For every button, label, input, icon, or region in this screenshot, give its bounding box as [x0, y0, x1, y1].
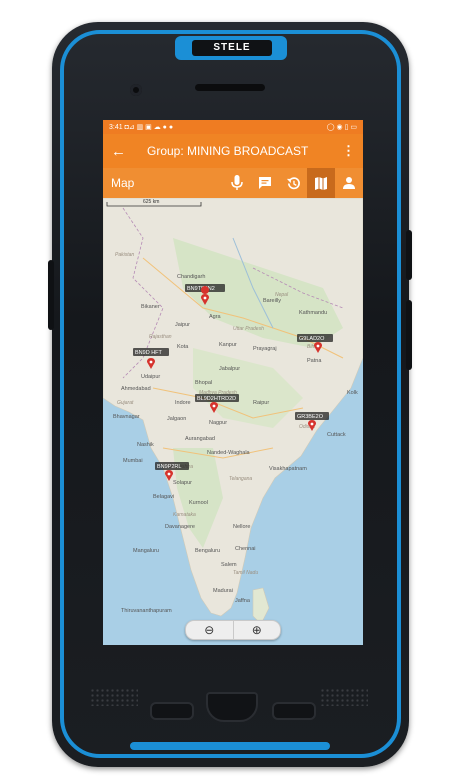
place-label: Ahmedabad	[121, 386, 151, 392]
place-label: Bikaner	[141, 304, 160, 310]
earpiece-speaker	[195, 84, 265, 91]
person-icon[interactable]	[335, 168, 363, 198]
bottom-accent	[130, 742, 330, 750]
svg-text:G9LAD2O: G9LAD2O	[299, 336, 325, 342]
app-bar: ← Group: MINING BROADCAST ⋮	[103, 134, 363, 168]
back-key[interactable]	[150, 702, 194, 720]
place-label: Thiruvananthapuram	[121, 608, 172, 614]
region-label: Pakistan	[115, 252, 134, 258]
place-label: Kathmandu	[299, 310, 327, 316]
region-label: Uttar Pradesh	[233, 326, 264, 332]
place-label: Nanded-Waghala	[207, 450, 251, 456]
menu-key[interactable]	[272, 702, 316, 720]
zoom-in-icon[interactable]: ⊕	[232, 621, 281, 639]
map-view[interactable]: 625 km Chandigarh Bikaner Jaipur Agra Ba…	[103, 198, 363, 645]
place-label: Chandigarh	[177, 274, 205, 280]
place-label: Chennai	[235, 546, 256, 552]
region-label: Rajasthan	[149, 334, 172, 340]
place-label: Jaipur	[175, 322, 190, 328]
side-button-right-top	[406, 230, 412, 280]
place-label: Kurnool	[189, 500, 208, 506]
place-label: Davanagere	[165, 524, 195, 530]
place-label: Indore	[175, 400, 191, 406]
place-label: Jaffna	[235, 598, 251, 604]
place-label: Kolk	[347, 390, 358, 396]
place-label: Belagavi	[153, 494, 174, 500]
place-label: Prayagraj	[253, 346, 277, 352]
svg-text:BN9D HFT: BN9D HFT	[135, 350, 163, 356]
place-label: Bhavnagar	[113, 414, 140, 420]
back-arrow-icon[interactable]: ←	[111, 143, 131, 160]
region-label: Tamil Nadu	[233, 570, 258, 576]
region-label: Gujarat	[117, 400, 134, 406]
place-label: Mumbai	[123, 458, 143, 464]
svg-text:BN9TE2N2: BN9TE2N2	[187, 286, 215, 292]
map-label: Map	[111, 176, 135, 190]
place-label: Madurai	[213, 588, 233, 594]
svg-text:625 km: 625 km	[143, 199, 159, 205]
place-label: Patna	[307, 358, 322, 364]
place-label: Salem	[221, 562, 237, 568]
place-label: Kanpur	[219, 342, 237, 348]
svg-text:GR3BE2O: GR3BE2O	[297, 414, 324, 420]
region-label: Nepal	[275, 292, 289, 298]
place-label: Jalgaon	[167, 416, 186, 422]
status-time: 3:41	[109, 124, 123, 131]
place-label: Udaipur	[141, 374, 160, 380]
svg-text:BN9P2RL: BN9P2RL	[157, 464, 181, 470]
place-label: Bareilly	[263, 298, 281, 304]
place-label: Bhopal	[195, 380, 212, 386]
home-key[interactable]	[206, 692, 258, 722]
side-button-left	[48, 260, 54, 330]
status-icons-left: ◘⊿ ▥ ▣ ☁ ● ●	[124, 124, 174, 131]
place-label: Mangaluru	[133, 548, 159, 554]
zoom-controls: ⊖ ⊕	[185, 620, 281, 640]
region-label: Karnataka	[173, 512, 196, 518]
place-label: Bengaluru	[195, 548, 220, 554]
place-label: Nashik	[137, 442, 154, 448]
place-label: Cuttack	[327, 432, 346, 438]
brand-logo: STELE	[192, 40, 272, 56]
place-label: Nagpur	[209, 420, 227, 426]
side-button-right	[406, 300, 412, 370]
microphone-icon[interactable]	[223, 168, 251, 198]
place-label: Nellore	[233, 524, 250, 530]
place-label: Jabalpur	[219, 366, 240, 372]
place-label: Solapur	[173, 480, 192, 486]
status-icons-right: ◯ ◉ ▯ ▭	[326, 124, 357, 131]
more-options-icon[interactable]: ⋮	[342, 143, 355, 159]
zoom-out-icon[interactable]: ⊖	[186, 621, 233, 639]
place-label: Agra	[209, 314, 222, 320]
chat-icon[interactable]	[251, 168, 279, 198]
status-bar: 3:41 ◘⊿ ▥ ▣ ☁ ● ● ◯ ◉ ▯ ▭	[103, 120, 363, 134]
map-icon[interactable]	[307, 168, 335, 198]
group-title: Group: MINING BROADCAST	[147, 144, 309, 158]
place-label: Kota	[177, 344, 189, 350]
place-label: Aurangabad	[185, 436, 215, 442]
phone-screen: 3:41 ◘⊿ ▥ ▣ ☁ ● ● ◯ ◉ ▯ ▭ ← Group: MININ…	[103, 120, 363, 645]
front-camera	[130, 84, 142, 96]
svg-text:BL9D2HTRD2D: BL9D2HTRD2D	[197, 396, 236, 402]
place-label: Visakhapatnam	[269, 466, 307, 472]
place-label: Raipur	[253, 400, 269, 406]
region-label: Telangana	[229, 476, 252, 482]
speaker-grille-left	[90, 688, 138, 706]
map-toolbar: Map	[103, 168, 363, 198]
speaker-grille-right	[320, 688, 368, 706]
history-icon[interactable]	[279, 168, 307, 198]
